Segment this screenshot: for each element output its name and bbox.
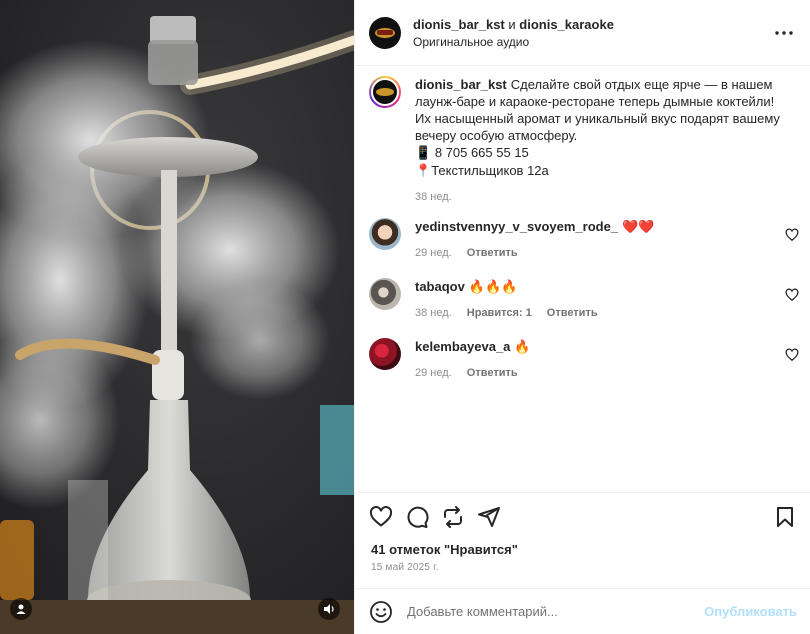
comment-item: tabaqov 🔥🔥🔥 38 нед. Нравится: 1 Ответить	[369, 278, 799, 320]
caption-line: Их насыщенный аромат и уникальный вкус п…	[415, 111, 780, 126]
comment-text: 🔥	[514, 340, 531, 355]
tagged-users-button[interactable]	[10, 598, 32, 620]
author-username-link[interactable]: dionis_bar_kst	[413, 17, 505, 32]
reply-button[interactable]: Ответить	[467, 247, 518, 259]
phone-number: 8 705 665 55 15	[434, 145, 529, 160]
post-header: dionis_bar_kst и dionis_karaoke Оригинал…	[355, 0, 810, 66]
speaker-icon	[324, 604, 334, 614]
comment-likes-count[interactable]: Нравится: 1	[467, 307, 532, 319]
heart-icon[interactable]	[369, 505, 393, 529]
post-dialog: dionis_bar_kst и dionis_karaoke Оригинал…	[0, 0, 810, 634]
reply-button[interactable]: Ответить	[467, 367, 518, 379]
post-side-panel: dionis_bar_kst и dionis_karaoke Оригинал…	[354, 0, 810, 634]
caption-line: лаунж-баре и караоке-ресторане теперь ды…	[415, 94, 775, 109]
comment-avatar[interactable]	[369, 218, 401, 250]
comment-avatar[interactable]	[369, 278, 401, 310]
comment-icon[interactable]	[405, 505, 429, 529]
add-comment-bar: Опубликовать	[355, 588, 810, 634]
more-horizontal-icon	[775, 31, 793, 35]
comment-time[interactable]: 38 нед.	[415, 307, 452, 319]
phone-icon: 📱	[415, 146, 432, 161]
post-date: 15 май 2025 г.	[371, 562, 439, 573]
comment-item: kelembayeva_a 🔥 29 нед. Ответить	[369, 338, 799, 380]
authors-conjunction: и	[508, 16, 516, 32]
mute-toggle-button[interactable]	[318, 598, 340, 620]
emoji-icon[interactable]	[369, 600, 393, 624]
caption-address: 📍Текстильщиков 12а	[415, 162, 785, 180]
comment-text: ❤️❤️	[622, 220, 655, 235]
post-actions-bar	[355, 492, 810, 542]
likes-count[interactable]: 41 отметок "Нравится"	[371, 542, 518, 557]
user-icon	[16, 604, 26, 614]
author-avatar[interactable]	[369, 16, 401, 49]
comment-time[interactable]: 29 нед.	[415, 367, 452, 379]
caption-line: вечеру особую атмосферу.	[415, 128, 578, 143]
audio-link[interactable]: Оригинальное аудио	[413, 34, 614, 50]
comment-input[interactable]	[407, 604, 697, 619]
post-caption: dionis_bar_kst Сделайте свой отдых еще яр…	[369, 76, 799, 204]
post-authors: dionis_bar_kst и dionis_karaoke	[413, 16, 614, 33]
send-icon[interactable]	[477, 505, 501, 529]
address-text: Текстильщиков 12а	[431, 163, 549, 178]
comment-text: 🔥🔥🔥	[468, 280, 518, 295]
caption-username[interactable]: dionis_bar_kst	[415, 77, 507, 92]
post-media-video[interactable]	[0, 0, 354, 634]
comment-username[interactable]: tabaqov	[415, 279, 465, 294]
comment-username[interactable]: kelembayeva_a	[415, 339, 510, 354]
caption-line: Сделайте свой отдых еще ярче — в нашем	[510, 77, 773, 92]
bookmark-icon[interactable]	[773, 505, 797, 529]
hookah-photo	[0, 0, 354, 634]
caption-author-avatar[interactable]	[369, 76, 401, 108]
comment-like-icon[interactable]	[785, 348, 799, 362]
post-comment-button[interactable]: Опубликовать	[704, 604, 797, 619]
reply-button[interactable]: Ответить	[547, 307, 598, 319]
comment-like-icon[interactable]	[785, 288, 799, 302]
comment-like-icon[interactable]	[785, 228, 799, 242]
comment-avatar[interactable]	[369, 338, 401, 370]
coauthor-username-link[interactable]: dionis_karaoke	[519, 17, 614, 32]
comment-username[interactable]: yedinstvennyy_v_svoyem_rode_	[415, 219, 618, 234]
more-options-button[interactable]	[773, 22, 795, 44]
caption-time[interactable]: 38 нед.	[415, 191, 452, 203]
caption-phone: 📱 8 705 665 55 15	[415, 144, 785, 162]
comment-time[interactable]: 29 нед.	[415, 247, 452, 259]
pin-icon: 📍	[415, 164, 432, 179]
comment-item: yedinstvennyy_v_svoyem_rode_ ❤️❤️ 29 нед.…	[369, 218, 799, 260]
repost-icon[interactable]	[441, 505, 465, 529]
